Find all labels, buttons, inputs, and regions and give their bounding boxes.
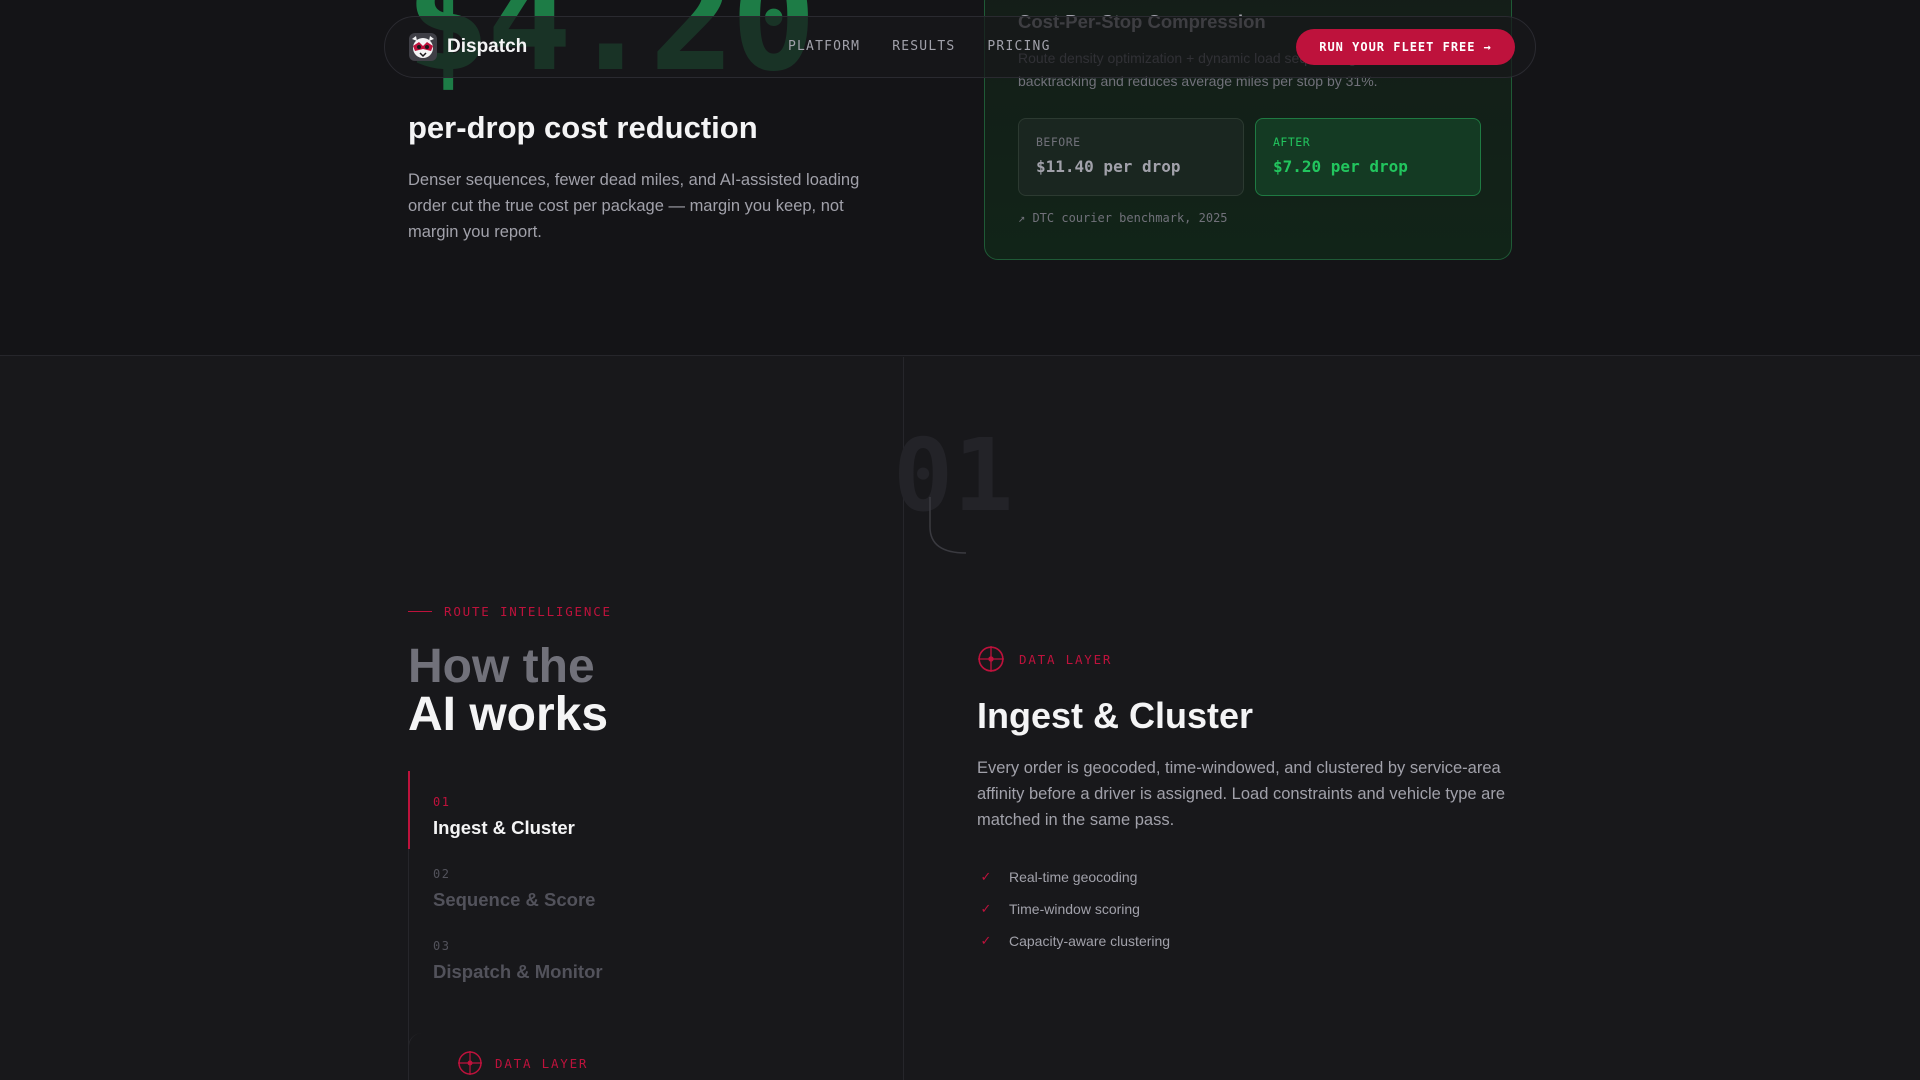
check-icon: ✓: [980, 901, 992, 916]
run-fleet-free-button[interactable]: RUN YOUR FLEET FREE →: [1296, 29, 1515, 65]
top-navbar: Dispatch PLATFORM RESULTS PRICING RUN YO…: [384, 16, 1536, 78]
how-it-works-section: 01 ROUTE INTELLIGENCE How the AI works 0…: [0, 357, 1920, 1080]
stat-description: Denser sequences, fewer dead miles, and …: [408, 171, 860, 241]
step-list: 01 Ingest & Cluster 02 Sequence & Score …: [408, 771, 788, 1080]
benchmark-note: ↗ DTC courier benchmark, 2025: [1018, 211, 1228, 225]
section-eyebrow: ROUTE INTELLIGENCE: [408, 604, 612, 619]
step-label: Ingest & Cluster: [433, 817, 575, 838]
eyebrow-text: ROUTE INTELLIGENCE: [444, 604, 612, 619]
feature-item: ✓ Time-window scoring: [977, 893, 1517, 925]
step-number: 02: [433, 867, 451, 881]
section-title: How the AI works: [408, 643, 608, 739]
step-detail-panel: DATA LAYER Ingest & Cluster Every order …: [977, 645, 1517, 957]
before-value: $11.40 per drop: [1036, 157, 1181, 176]
feature-list: ✓ Real-time geocoding ✓ Time-window scor…: [977, 861, 1517, 957]
step-tab-dispatch-monitor[interactable]: 03 Dispatch & Monitor: [408, 915, 788, 987]
detail-tag: DATA LAYER: [977, 645, 1517, 673]
detail-title: Ingest & Cluster: [977, 695, 1254, 736]
step-tab-ingest-cluster[interactable]: 01 Ingest & Cluster: [408, 771, 788, 849]
mini-tag: DATA LAYER: [457, 1050, 588, 1076]
cta-label: RUN YOUR FLEET FREE: [1319, 40, 1476, 54]
before-metric: BEFORE $11.40 per drop: [1018, 118, 1244, 196]
step-label: Sequence & Score: [433, 889, 596, 910]
check-icon: ✓: [980, 933, 992, 948]
stat-heading: per-drop cost reduction: [408, 110, 758, 145]
raccoon-logo-icon: [409, 33, 437, 61]
after-value: $7.20 per drop: [1273, 157, 1408, 176]
section-title-line2: AI works: [408, 688, 609, 741]
brand-name: Dispatch: [447, 36, 528, 57]
connector-curve: [929, 497, 966, 554]
crosshair-icon: [978, 646, 1004, 672]
feature-item: ✓ Capacity-aware clustering: [977, 925, 1517, 957]
step-number: 01: [433, 795, 451, 809]
feature-label: Real-time geocoding: [1009, 869, 1138, 885]
feature-item: ✓ Real-time geocoding: [977, 861, 1517, 893]
detail-tag-text: DATA LAYER: [1019, 651, 1113, 667]
after-metric: AFTER $7.20 per drop: [1255, 118, 1481, 196]
before-label: BEFORE: [1036, 135, 1081, 149]
step-label: Dispatch & Monitor: [433, 961, 603, 982]
mini-tag-text: DATA LAYER: [495, 1055, 589, 1071]
arrow-right-icon: →: [1483, 40, 1492, 54]
detail-description: Every order is geocoded, time-windowed, …: [977, 759, 1505, 829]
nav-link-results[interactable]: RESULTS: [892, 39, 955, 54]
crosshair-icon: [458, 1051, 482, 1075]
eyebrow-line: [408, 611, 432, 612]
step-number: 03: [433, 939, 451, 953]
nav-link-platform[interactable]: PLATFORM: [788, 39, 860, 54]
after-label: AFTER: [1273, 135, 1311, 149]
nav-links: PLATFORM RESULTS PRICING: [788, 39, 1051, 54]
check-icon: ✓: [980, 869, 992, 884]
feature-label: Capacity-aware clustering: [1009, 933, 1171, 949]
step-tab-sequence-score[interactable]: 02 Sequence & Score: [408, 843, 788, 915]
section-title-line1: How the: [408, 640, 595, 693]
feature-label: Time-window scoring: [1009, 901, 1140, 917]
nav-link-pricing[interactable]: PRICING: [987, 39, 1050, 54]
mobile-detail-panel: DATA LAYER: [408, 1033, 828, 1080]
brand-link[interactable]: Dispatch: [409, 33, 527, 61]
